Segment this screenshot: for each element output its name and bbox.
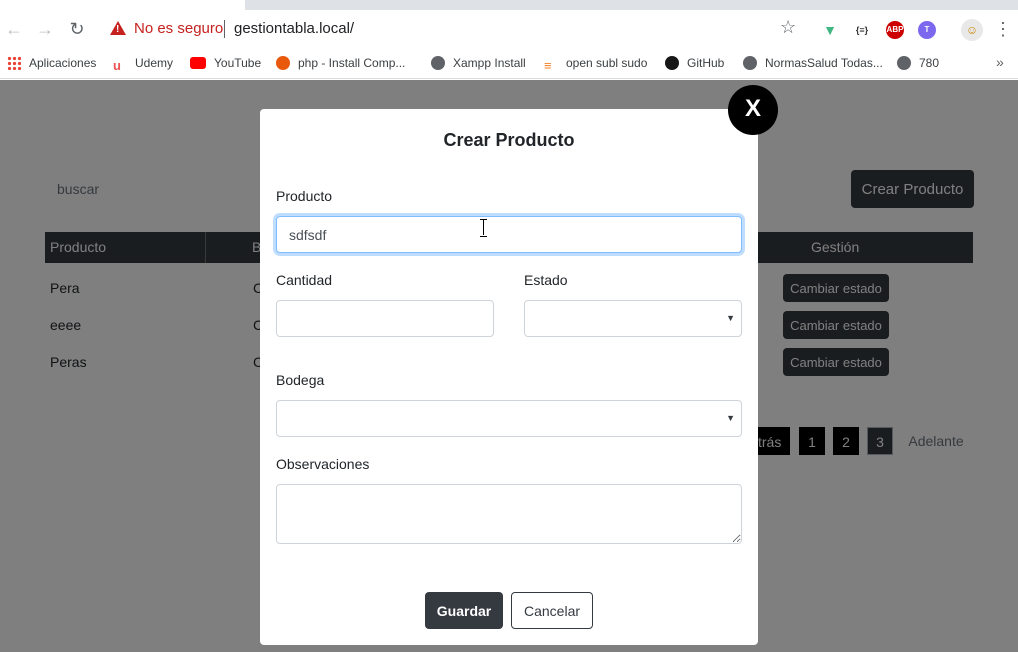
observaciones-label: Observaciones — [276, 456, 370, 472]
translate-icon[interactable]: T — [918, 21, 936, 39]
bookmark-label: Udemy — [135, 56, 174, 70]
address-bar[interactable]: No es seguro gestiontabla.local/ ☆ — [104, 15, 809, 43]
bookmark-label: 780 — [919, 56, 940, 70]
github-icon — [665, 56, 679, 70]
json-viewer-icon[interactable]: {≡} — [853, 21, 871, 39]
vue-devtools-icon[interactable]: ▼ — [821, 21, 839, 39]
save-button[interactable]: Guardar — [425, 592, 503, 629]
browser-menu-icon[interactable]: ⋮ — [994, 18, 1012, 40]
bookmarks-bar: Aplicaciones u Udemy YouTube php - Instal… — [0, 48, 1018, 79]
estado-label: Estado — [524, 272, 568, 288]
bookmark-label: Xampp Install — [453, 56, 526, 70]
bookmark-youtube[interactable]: YouTube — [190, 54, 261, 72]
bookmark-label: php - Install Comp... — [298, 56, 406, 70]
cantidad-label: Cantidad — [276, 272, 333, 288]
globe-icon — [431, 56, 445, 70]
profile-avatar-icon[interactable]: ☺ — [961, 19, 983, 41]
warning-icon[interactable] — [110, 21, 126, 35]
youtube-icon — [190, 57, 206, 69]
security-status[interactable]: No es seguro — [134, 20, 223, 37]
cancel-button[interactable]: Cancelar — [511, 592, 593, 629]
globe-icon — [743, 56, 757, 70]
bookmark-star-icon[interactable]: ☆ — [780, 17, 796, 38]
producto-label: Producto — [276, 188, 333, 204]
omnibox-divider — [224, 20, 225, 38]
udemy-icon: u — [113, 58, 121, 73]
bodega-label: Bodega — [276, 372, 325, 388]
more-bookmarks-icon[interactable]: » — [996, 54, 1004, 70]
bodega-select[interactable]: ▼ — [276, 400, 742, 437]
text-cursor-icon — [480, 219, 488, 237]
close-modal-button[interactable]: X — [728, 85, 778, 135]
bookmark-xampp[interactable]: Xampp Install — [431, 54, 526, 72]
adblock-plus-icon[interactable]: ABP — [886, 21, 904, 39]
stackoverflow-icon: ≡ — [544, 58, 552, 73]
bookmark-label: YouTube — [214, 56, 262, 70]
browser-toolbar: ← → ↻ No es seguro gestiontabla.local/ ☆… — [0, 10, 1018, 48]
globe-icon — [897, 56, 911, 70]
producto-input[interactable] — [276, 216, 742, 253]
url-text[interactable]: gestiontabla.local/ — [234, 20, 354, 37]
observaciones-textarea[interactable] — [276, 484, 742, 544]
bookmark-normassalud[interactable]: NormasSalud Todas... — [743, 54, 883, 72]
bookmark-label: GitHub — [687, 56, 725, 70]
tab-strip — [0, 0, 1018, 10]
bookmark-label: Aplicaciones — [29, 56, 97, 70]
cantidad-input[interactable] — [276, 300, 494, 337]
bookmark-780[interactable]: 780 — [897, 54, 939, 72]
select-caret-icon: ▼ — [726, 313, 735, 323]
bookmark-apps[interactable]: Aplicaciones — [7, 54, 96, 72]
forward-arrow-icon[interactable]: → — [34, 18, 56, 40]
bookmark-udemy[interactable]: u Udemy — [113, 54, 174, 73]
back-arrow-icon[interactable]: ← — [3, 18, 25, 40]
ask-icon — [276, 56, 290, 70]
bookmark-label: NormasSalud Todas... — [765, 56, 883, 70]
bookmark-php-install[interactable]: php - Install Comp... — [276, 54, 405, 72]
bookmark-label: open subl sudo — [566, 56, 648, 70]
reload-icon[interactable]: ↻ — [66, 18, 88, 40]
active-tab[interactable] — [0, 0, 245, 10]
modal-title: Crear Producto — [443, 130, 575, 150]
select-caret-icon: ▼ — [726, 413, 735, 423]
bookmark-github[interactable]: GitHub — [665, 54, 724, 72]
estado-select[interactable]: ▼ — [524, 300, 742, 337]
create-product-modal: Crear Producto Producto Cantidad Estado … — [260, 109, 758, 645]
bookmark-open-subl[interactable]: ≡ open subl sudo — [544, 54, 648, 73]
apps-grid-icon — [7, 56, 21, 70]
